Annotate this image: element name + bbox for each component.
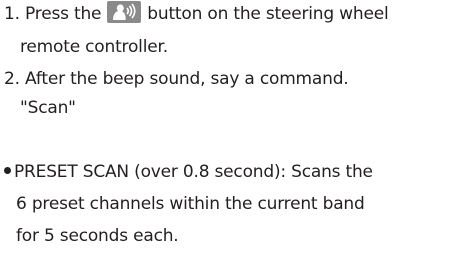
bullet-line-2: 6 preset channels within the current ban… bbox=[16, 192, 365, 216]
bullet-dot-icon bbox=[4, 166, 11, 174]
step-2-text: After the beep sound, say a command. bbox=[25, 69, 349, 89]
step-2-line-1: 2. After the beep sound, say a command. bbox=[4, 67, 349, 91]
step-2-command: "Scan" bbox=[20, 98, 76, 118]
step-1-line-1: 1. Press the button on the steering whee… bbox=[4, 1, 389, 26]
instruction-document: 1. Press the button on the steering whee… bbox=[0, 0, 450, 275]
step-1-text-after: button on the steering wheel bbox=[147, 4, 389, 24]
step-2-number: 2. bbox=[4, 69, 20, 89]
bullet-line-1: PRESET SCAN (over 0.8 second): Scans the bbox=[4, 160, 373, 184]
step-1-continuation: remote controller. bbox=[20, 37, 168, 57]
step-2-line-2: "Scan" bbox=[20, 96, 76, 120]
bullet-text-3: for 5 seconds each. bbox=[16, 226, 179, 246]
bullet-text-1: PRESET SCAN (over 0.8 second): Scans the bbox=[14, 162, 373, 182]
bullet-text-2: 6 preset channels within the current ban… bbox=[16, 194, 365, 214]
bullet-line-3: for 5 seconds each. bbox=[16, 224, 179, 248]
step-1-number: 1. bbox=[4, 4, 20, 24]
step-1-line-2: remote controller. bbox=[20, 35, 168, 59]
voice-recognition-button-icon bbox=[107, 1, 142, 23]
step-1-text-before: Press the bbox=[25, 4, 102, 24]
